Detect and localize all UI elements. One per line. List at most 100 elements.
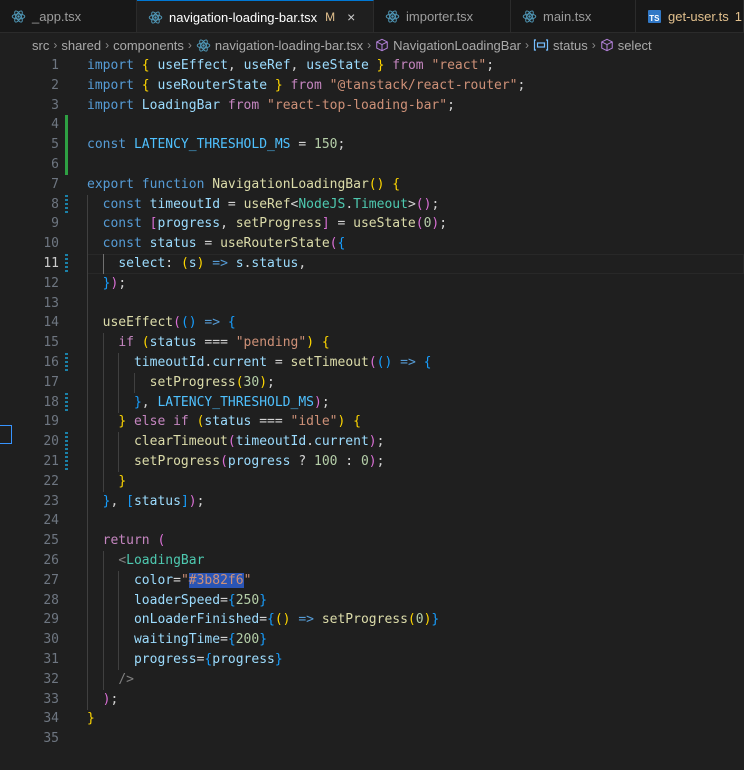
token-var: progress [212,652,275,667]
token-var: progress [157,216,221,232]
token-var: select [118,256,166,271]
gutter-modified-marker[interactable] [65,194,68,215]
code-line[interactable]: 11 select: (s) => s.status, [14,254,744,274]
sash-marker[interactable] [0,425,12,444]
token-b1: { [321,335,330,351]
token-kw: const [87,137,127,153]
code-text: } else if (status === "idle") { [87,412,361,432]
code-line[interactable]: 22 } [14,471,744,492]
code-line[interactable]: 15 if (status === "pending") { [14,333,744,354]
token-punc [228,256,236,271]
code-line[interactable]: 12 }); [14,273,744,294]
gutter-added-marker[interactable] [65,155,68,175]
line-number: 29 [43,612,59,628]
ts-badge: TS [647,10,661,23]
token-punc: = [196,236,221,252]
gutter-modified-marker[interactable] [65,353,68,373]
code-line[interactable]: 14 useEffect(() => { [14,313,744,334]
token-b1: ( [141,335,150,351]
close-icon[interactable]: × [343,9,359,25]
token-num: 150 [314,137,338,153]
chevron-right-icon: › [367,38,372,52]
code-line[interactable]: 18 }, LATENCY_THRESHOLD_MS); [14,392,744,413]
token-punc: , [290,58,307,73]
breadcrumb-item[interactable]: status [553,38,588,53]
token-b3: () [180,315,197,331]
token-punc: = [220,632,228,648]
gutter-modified-marker[interactable] [65,432,68,453]
tab-main-tsx[interactable]: main.tsx [511,0,636,32]
token-punc [87,256,118,271]
code-line[interactable]: 7 export function NavigationLoadingBar() … [14,175,744,195]
line-number: 11 [43,256,59,271]
code-line[interactable]: 31 progress={progress} [14,650,744,670]
breadcrumb-item[interactable]: navigation-loading-bar.tsx [215,38,363,53]
token-fn: useEffect [102,315,174,331]
code-line[interactable]: 33 ); [14,689,744,710]
code-line[interactable]: 16 timeoutId.current = setTimeout(() => … [14,353,744,373]
code-line[interactable]: 34} [14,709,744,729]
code-line[interactable]: 27 color="#3b82f6" [14,570,744,591]
token-b1: ) [306,335,315,351]
token-punc [345,414,353,429]
code-text: const LATENCY_THRESHOLD_MS = 150; [87,135,345,155]
breadcrumb-item[interactable]: src [32,38,49,53]
ts-icon: TS [646,9,662,25]
token-punc: . [306,434,314,450]
token-b3: ] [180,493,189,509]
code-line[interactable]: 21 setProgress(progress ? 100 : 0); [14,452,744,472]
tab-get-user-ts[interactable]: TS get-user.ts 1 [636,0,744,32]
code-line[interactable]: 35 [14,729,744,749]
gutter-added-marker[interactable] [65,135,68,156]
token-b2: ] [321,216,330,232]
code-line[interactable]: 6 [14,155,744,175]
code-text: export function NavigationLoadingBar() { [87,175,400,195]
code-line[interactable]: 3 import LoadingBar from "react-top-loadi… [14,96,744,116]
token-b1: } [118,473,127,489]
code-line[interactable]: 30 waitingTime={200} [14,630,744,651]
code-line[interactable]: 25 return ( [14,531,744,552]
code-line[interactable]: 32 /> [14,669,744,690]
breadcrumb-item[interactable]: components [113,38,184,53]
code-line[interactable]: 1 import { useEffect, useRef, useState } … [14,56,744,76]
line-number: 9 [51,216,59,232]
token-punc [189,414,197,429]
token-b3: } [133,394,142,410]
code-line[interactable]: 9 const [progress, setProgress] = useSta… [14,214,744,235]
code-line[interactable]: 17 setProgress(30); [14,372,744,393]
code-editor[interactable]: 1 import { useEffect, useRef, useState } … [14,56,744,770]
code-line[interactable]: 13 [14,293,744,314]
token-punc [134,98,142,113]
code-line[interactable]: 20 clearTimeout(timeoutId.current); [14,432,744,453]
breadcrumb-item[interactable]: shared [61,38,101,53]
gutter-added-marker[interactable] [65,115,68,136]
token-str: "react" [431,58,487,73]
code-line[interactable]: 28 loaderSpeed={250} [14,590,744,611]
token-punc [87,454,134,469]
code-line[interactable]: 5 const LATENCY_THRESHOLD_MS = 150; [14,135,744,156]
token-str: "react-top-loading-bar" [267,97,448,113]
code-line[interactable]: 24 [14,511,744,532]
gutter-modified-marker[interactable] [65,452,68,472]
breadcrumb-item[interactable]: select [618,38,652,53]
gutter-modified-marker[interactable] [65,254,68,274]
tab--app-tsx[interactable]: _app.tsx [0,0,137,32]
code-line[interactable]: 8 const timeoutId = useRef<NodeJS.Timeou… [14,194,744,215]
token-punc: ; [376,454,385,469]
tab-importer-tsx[interactable]: importer.tsx [374,0,511,32]
code-line[interactable]: 29 onLoaderFinished={() => setProgress(0… [14,610,744,631]
token-var: timeoutId [235,434,307,450]
code-line[interactable]: 10 const status = useRouterState({ [14,234,744,255]
token-var: status [133,493,181,509]
token-kw: import [87,77,134,93]
token-kw: export [87,176,134,192]
gutter-modified-marker[interactable] [65,392,68,413]
breadcrumb-item[interactable]: NavigationLoadingBar [393,38,521,53]
tab-navigation-loading-bar-tsx[interactable]: navigation-loading-bar.tsx M × [137,0,374,32]
code-line[interactable]: 19 } else if (status === "idle") { [14,412,744,433]
code-line[interactable]: 23 }, [status]); [14,491,744,512]
code-line[interactable]: 26 <LoadingBar [14,551,744,571]
code-line[interactable]: 4 [14,115,744,136]
token-var: status [204,414,252,430]
code-line[interactable]: 2 import { useRouterState } from "@tansta… [14,76,744,96]
